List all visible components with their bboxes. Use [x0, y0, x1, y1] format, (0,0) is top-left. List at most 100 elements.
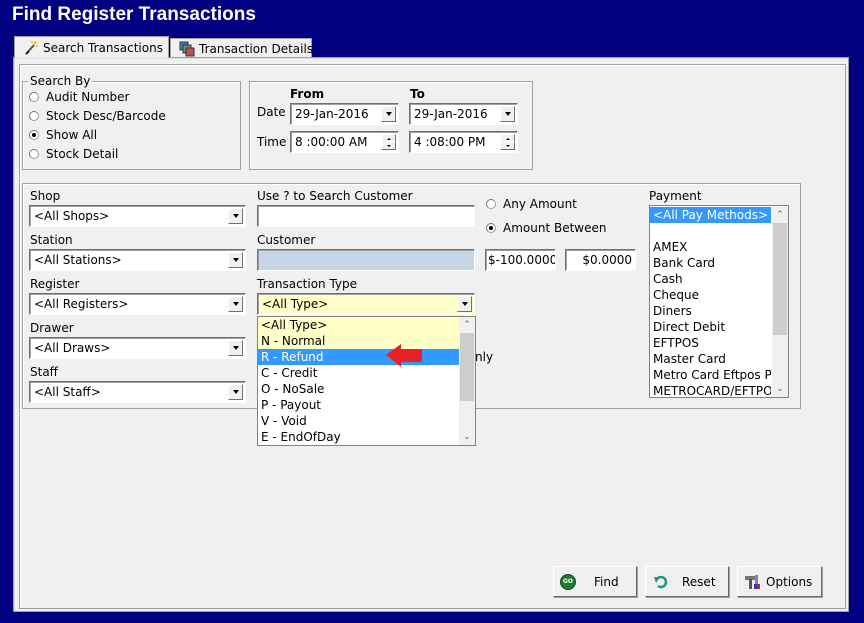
transaction-type-label: Transaction Type — [257, 277, 358, 291]
from-time-value: 8 :00:00 AM — [295, 135, 368, 149]
from-date-picker[interactable]: 29-Jan-2016 — [290, 103, 399, 125]
station-value: <All Stations> — [34, 253, 122, 267]
drawer-dropdown-button[interactable] — [228, 340, 243, 356]
payment-method-option[interactable]: Direct Debit — [650, 319, 771, 335]
station-dropdown-button[interactable] — [228, 252, 243, 268]
radio-dot — [29, 149, 39, 159]
radio-dot-selected — [486, 223, 496, 233]
stacked-windows-icon — [179, 41, 195, 57]
from-date-dropdown-button[interactable] — [381, 106, 396, 122]
staff-dropdown-button[interactable] — [228, 384, 243, 400]
transaction-type-dropdown-list[interactable]: <All Type> N - Normal R - Refund C - Credit… — [257, 316, 476, 446]
drawer-select[interactable]: <All Draws> — [29, 337, 246, 359]
register-label: Register — [30, 277, 80, 291]
transaction-type-option[interactable]: N - Normal — [258, 333, 459, 349]
payment-method-option[interactable]: EFTPOS — [650, 335, 771, 351]
chevron-down-icon — [232, 390, 239, 394]
transaction-type-option[interactable]: P - Payout — [258, 397, 459, 413]
scrollbar-thumb[interactable] — [460, 333, 474, 401]
tab-transaction-details[interactable]: Transaction Details — [170, 38, 314, 58]
payment-method-option[interactable] — [650, 223, 771, 239]
payment-method-option[interactable]: Master Card — [650, 351, 771, 367]
radio-dot-selected — [29, 130, 39, 140]
payment-scrollbar[interactable]: ⌃ ⌄ — [772, 207, 788, 397]
payment-method-option[interactable]: Cash — [650, 271, 771, 287]
options-button-label: Options — [766, 574, 813, 589]
search-by-legend: Search By — [28, 74, 93, 88]
scroll-down-icon[interactable]: ⌄ — [772, 381, 788, 397]
radio-stock-detail[interactable]: Stock Detail — [29, 147, 118, 161]
radio-dot — [486, 199, 496, 209]
payment-method-option[interactable]: Metro Card Eftpos Pa — [650, 367, 771, 383]
magic-wand-icon — [23, 40, 39, 56]
transaction-type-dropdown-button[interactable] — [457, 296, 472, 312]
register-dropdown-button[interactable] — [228, 296, 243, 312]
station-select[interactable]: <All Stations> — [29, 249, 246, 271]
radio-audit-number[interactable]: Audit Number — [29, 90, 130, 104]
payment-listbox[interactable]: <All Pay Methods> AMEX Bank Card Cash Cheque… — [649, 205, 789, 398]
shop-label: Shop — [30, 189, 61, 203]
transaction-type-select[interactable]: <All Type> — [257, 293, 475, 315]
radio-amount-between[interactable]: Amount Between — [486, 221, 606, 235]
transaction-type-option[interactable]: R - Refund — [258, 349, 459, 365]
transaction-type-option[interactable]: <All Type> — [258, 317, 459, 333]
register-value: <All Registers> — [34, 297, 129, 311]
transaction-type-option[interactable]: V - Void — [258, 413, 459, 429]
staff-label: Staff — [30, 365, 58, 379]
checkbox-label-fragment: nly — [475, 350, 494, 364]
annotation-arrow-icon — [386, 344, 422, 367]
reset-button[interactable]: Reset — [645, 566, 729, 597]
shop-dropdown-button[interactable] — [228, 208, 243, 224]
scroll-down-icon[interactable]: ⌄ — [459, 429, 475, 445]
transaction-type-option[interactable]: E - EndOfDay — [258, 429, 459, 445]
arrow-up-icon — [505, 137, 510, 140]
payment-method-option[interactable]: Bank Card — [650, 255, 771, 271]
customer-label: Customer — [257, 233, 316, 247]
radio-label: Stock Detail — [46, 147, 119, 161]
tab-search-transactions[interactable]: Search Transactions — [14, 36, 169, 58]
radio-show-all[interactable]: Show All — [29, 128, 97, 142]
staff-select[interactable]: <All Staff> — [29, 381, 246, 403]
amount-max-value: $0.0000 — [582, 253, 632, 267]
to-time-value: 4 :08:00 PM — [414, 135, 486, 149]
transaction-type-option[interactable]: O - NoSale — [258, 381, 459, 397]
tab-transaction-details-label: Transaction Details — [199, 41, 314, 56]
scroll-up-icon[interactable]: ⌃ — [459, 317, 475, 333]
find-button[interactable]: GO Find — [553, 566, 637, 597]
reset-button-label: Reset — [682, 574, 716, 589]
to-date-picker[interactable]: 29-Jan-2016 — [409, 103, 518, 125]
customer-search-input[interactable] — [257, 205, 475, 227]
payment-method-option[interactable]: <All Pay Methods> — [650, 207, 771, 223]
from-time-spinner[interactable]: 8 :00:00 AM — [290, 131, 399, 153]
payment-method-option[interactable]: Diners — [650, 303, 771, 319]
drawer-value: <All Draws> — [34, 341, 111, 355]
to-date-value: 29-Jan-2016 — [414, 107, 488, 121]
radio-label: Stock Desc/Barcode — [46, 109, 166, 123]
to-date-dropdown-button[interactable] — [500, 106, 515, 122]
dropdown-scrollbar[interactable]: ⌃ ⌄ — [459, 317, 475, 445]
options-button[interactable]: Options — [737, 566, 822, 597]
tab-search-transactions-label: Search Transactions — [43, 40, 163, 55]
spin-down-button[interactable] — [381, 141, 396, 150]
amount-min-input[interactable]: $-100.0000 — [485, 249, 556, 271]
payment-method-option[interactable]: AMEX — [650, 239, 771, 255]
date-label: Date — [257, 105, 286, 119]
payment-method-option[interactable]: METROCARD/EFTPO — [650, 383, 771, 397]
register-select[interactable]: <All Registers> — [29, 293, 246, 315]
shop-select[interactable]: <All Shops> — [29, 205, 246, 227]
scroll-up-icon[interactable]: ⌃ — [772, 207, 788, 223]
payment-method-option[interactable]: Cheque — [650, 287, 771, 303]
spin-down-button[interactable] — [500, 141, 515, 150]
station-label: Station — [30, 233, 73, 247]
chevron-down-icon — [232, 258, 239, 262]
to-time-spinner[interactable]: 4 :08:00 PM — [409, 131, 518, 153]
amount-max-input[interactable]: $0.0000 — [565, 249, 636, 271]
shop-value: <All Shops> — [34, 209, 110, 223]
chevron-down-icon — [504, 112, 511, 116]
scrollbar-thumb[interactable] — [773, 223, 787, 335]
window-title: Find Register Transactions — [12, 4, 256, 25]
radio-any-amount[interactable]: Any Amount — [486, 197, 577, 211]
radio-stock-desc-barcode[interactable]: Stock Desc/Barcode — [29, 109, 166, 123]
transaction-type-option[interactable]: C - Credit — [258, 365, 459, 381]
from-label: From — [290, 87, 325, 101]
